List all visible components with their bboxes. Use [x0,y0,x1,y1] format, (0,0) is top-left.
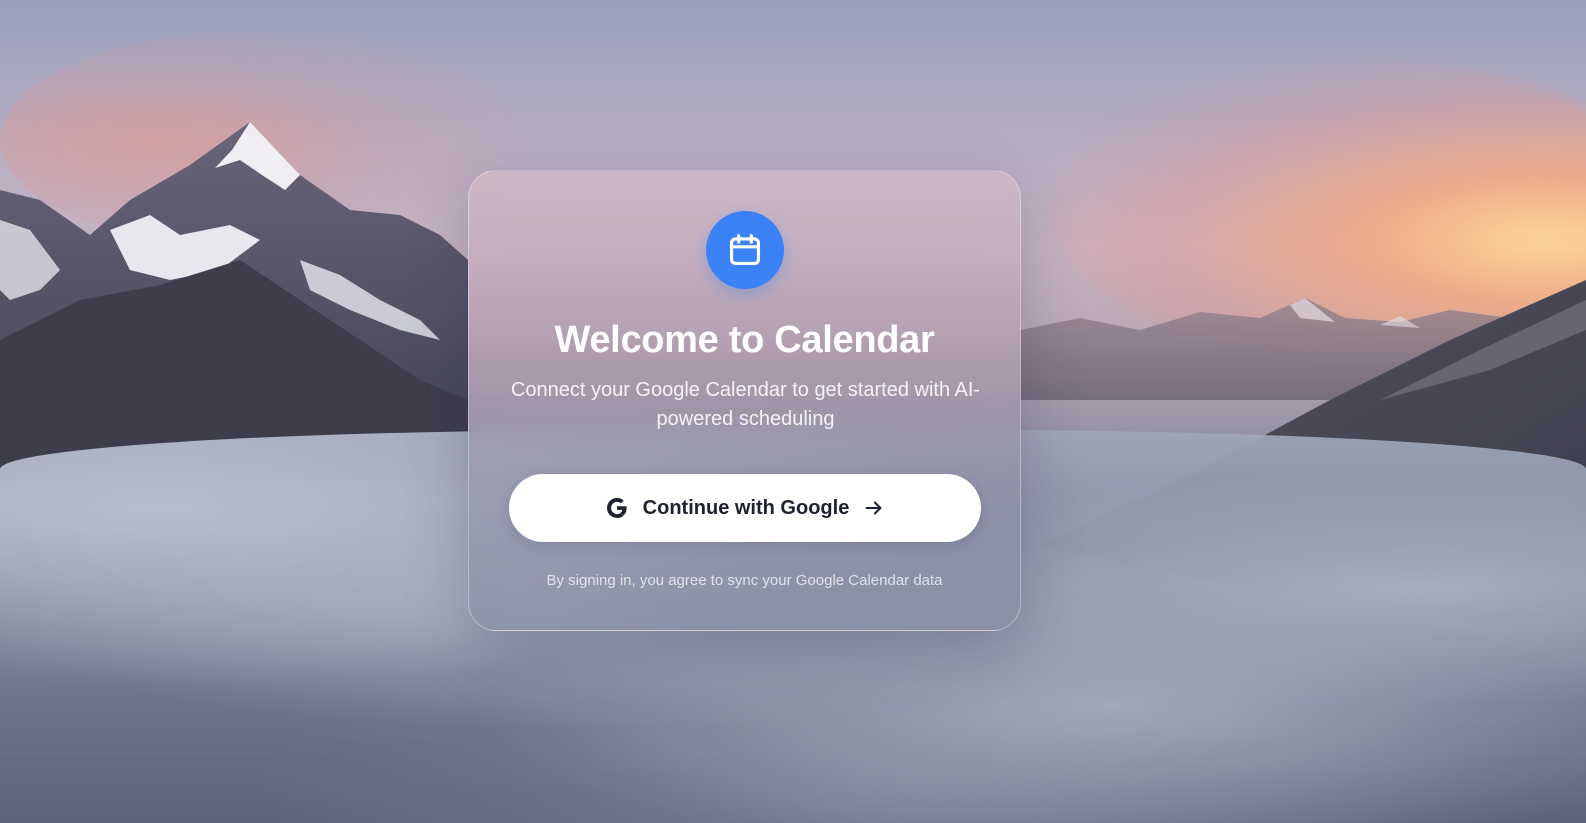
page-subtitle: Connect your Google Calendar to get star… [510,379,981,430]
continue-with-google-button[interactable]: Continue with Google [509,474,981,542]
continue-with-google-label: Continue with Google [642,496,850,519]
google-g-icon [605,496,629,520]
calendar-logo [706,211,784,289]
calendar-icon [729,234,761,266]
login-card: Welcome to Calendar Connect your Google … [468,170,1021,631]
page-title: Welcome to Calendar [554,319,935,361]
arrow-right-icon [863,497,885,519]
login-screen: Welcome to Calendar Connect your Google … [0,0,1586,823]
sync-disclaimer: By signing in, you agree to sync your Go… [546,572,943,589]
